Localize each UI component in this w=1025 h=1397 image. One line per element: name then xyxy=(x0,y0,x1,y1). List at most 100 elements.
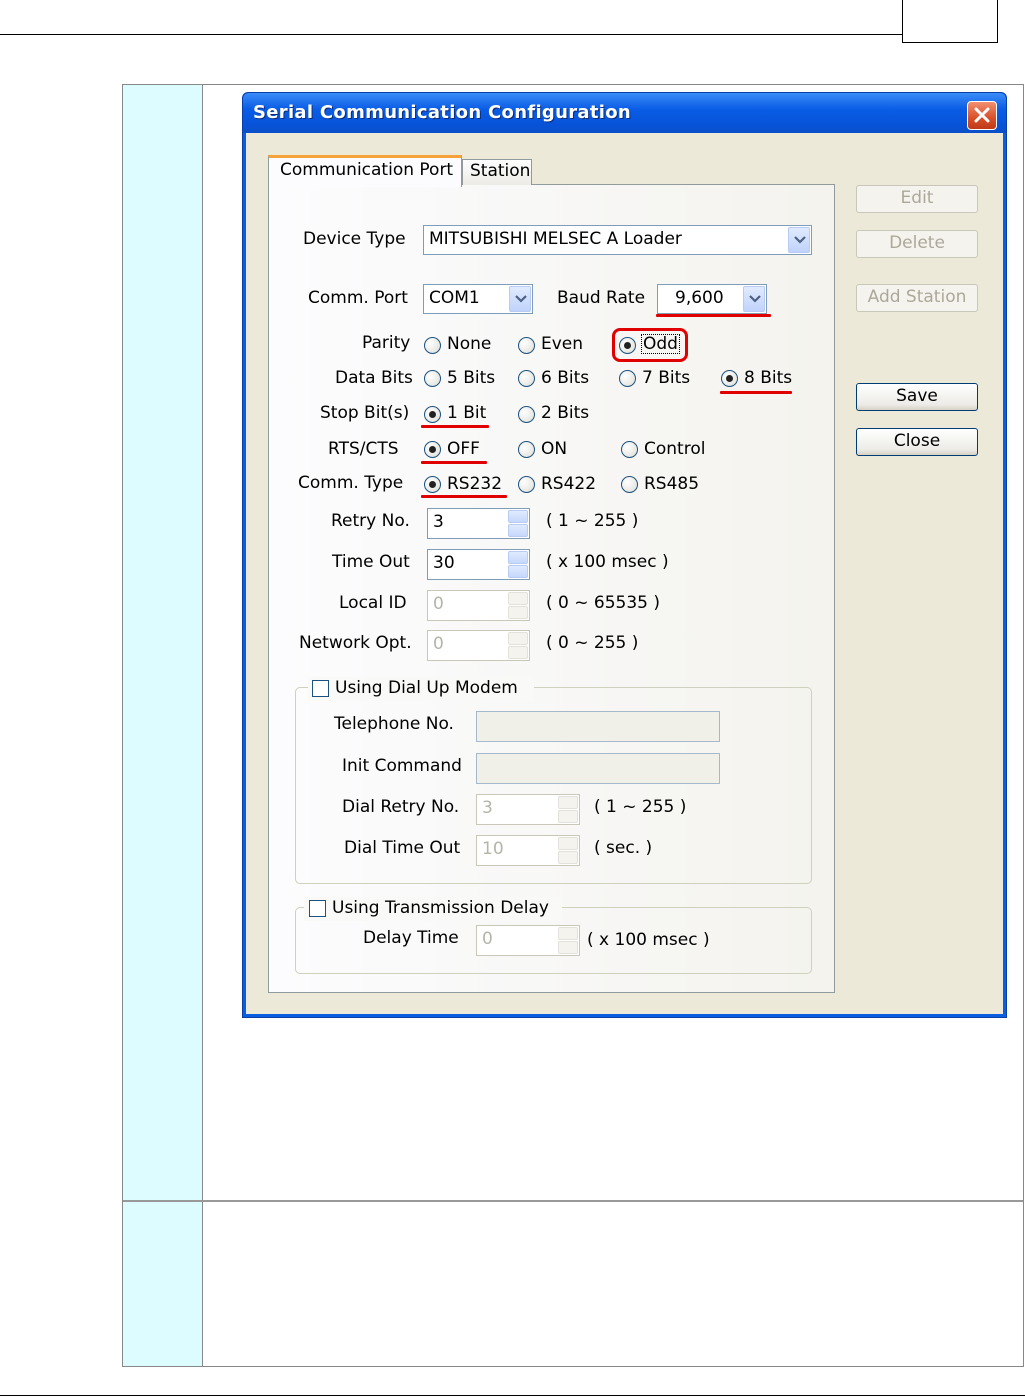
dial-timeout-spinner: 10 xyxy=(476,835,580,866)
data-bits-8-radio[interactable] xyxy=(721,370,738,387)
retry-no-range: ( 1 ~ 255 ) xyxy=(546,511,639,531)
parity-label: Parity xyxy=(362,333,411,353)
tab-label: Station xyxy=(470,161,531,181)
add-station-button[interactable]: Add Station xyxy=(856,284,978,312)
dial-timeout-label: Dial Time Out xyxy=(344,838,461,858)
network-opt-label: Network Opt. xyxy=(299,633,412,653)
parity-even-label: Even xyxy=(541,334,584,354)
retry-no-value: 3 xyxy=(433,512,444,532)
rts-cts-off-radio[interactable] xyxy=(424,441,441,458)
close-window-button[interactable] xyxy=(967,101,997,130)
spin-up-icon[interactable] xyxy=(508,510,528,523)
spin-down-icon xyxy=(558,851,578,864)
comm-type-rs422-label: RS422 xyxy=(541,474,597,494)
spin-up-icon[interactable] xyxy=(508,551,528,564)
spin-up-icon xyxy=(558,927,578,940)
dial-timeout-value: 10 xyxy=(482,839,504,859)
comm-type-rs485-radio[interactable] xyxy=(621,476,638,493)
spin-down-icon[interactable] xyxy=(508,565,528,578)
stop-bits-2-label: 2 Bits xyxy=(541,403,590,423)
rts-cts-control-label: Control xyxy=(644,439,706,459)
footer-rule xyxy=(0,1395,1025,1396)
delay-label: Using Transmission Delay xyxy=(332,898,549,918)
stop-bits-label: Stop Bit(s) xyxy=(320,403,410,423)
header-rule xyxy=(0,34,903,35)
spin-up-icon xyxy=(558,837,578,850)
network-opt-value: 0 xyxy=(433,634,444,654)
tab-label: Communication Port xyxy=(280,160,454,180)
comm-type-rs232-radio[interactable] xyxy=(424,476,441,493)
highlight-underline-8bits xyxy=(720,391,792,394)
comm-port-select[interactable]: COM1 xyxy=(423,284,533,314)
data-bits-8-label: 8 Bits xyxy=(744,368,793,388)
time-out-value: 30 xyxy=(433,553,455,573)
stop-bits-1-label: 1 Bit xyxy=(447,403,487,423)
tab-station[interactable]: Station xyxy=(462,159,532,185)
dial-retry-spinner: 3 xyxy=(476,794,580,825)
data-bits-7-label: 7 Bits xyxy=(642,368,691,388)
comm-port-label: Comm. Port xyxy=(308,288,408,308)
rts-cts-on-radio[interactable] xyxy=(518,441,535,458)
stop-bits-1-radio[interactable] xyxy=(424,406,441,423)
time-out-spinner[interactable]: 30 xyxy=(427,549,530,580)
delay-time-range: ( x 100 msec ) xyxy=(587,930,710,950)
baud-rate-value: 9,600 xyxy=(675,288,724,308)
init-command-label: Init Command xyxy=(342,756,462,776)
network-opt-range: ( 0 ~ 255 ) xyxy=(546,633,639,653)
doc-table-left-column xyxy=(123,85,202,1366)
comm-type-rs485-label: RS485 xyxy=(644,474,700,494)
close-button[interactable]: Close xyxy=(856,428,978,456)
delay-time-spinner: 0 xyxy=(476,925,580,956)
dialup-label: Using Dial Up Modem xyxy=(335,678,518,698)
edit-button[interactable]: Edit xyxy=(856,185,978,213)
init-command-input xyxy=(476,753,720,784)
local-id-value: 0 xyxy=(433,594,444,614)
telephone-input xyxy=(476,711,720,742)
highlight-box-odd xyxy=(612,328,688,362)
tab-communication-port[interactable]: Communication Port xyxy=(268,155,462,187)
parity-even-radio[interactable] xyxy=(518,337,535,354)
spin-up-icon xyxy=(558,796,578,809)
stop-bits-2-radio[interactable] xyxy=(518,406,535,423)
delay-checkbox[interactable] xyxy=(309,900,326,917)
delay-time-value: 0 xyxy=(482,929,493,949)
close-icon xyxy=(974,107,990,123)
rts-cts-label: RTS/CTS xyxy=(328,439,399,459)
delete-button[interactable]: Delete xyxy=(856,230,978,258)
data-bits-5-radio[interactable] xyxy=(424,370,441,387)
data-bits-7-radio[interactable] xyxy=(619,370,636,387)
retry-no-spinner[interactable]: 3 xyxy=(427,508,530,539)
device-type-label: Device Type xyxy=(303,229,406,249)
baud-rate-select[interactable]: 9,600 xyxy=(657,284,767,314)
comm-type-label: Comm. Type xyxy=(298,473,404,493)
spin-down-icon[interactable] xyxy=(508,524,528,537)
device-type-value: MITSUBISHI MELSEC A Loader xyxy=(429,229,682,249)
data-bits-6-label: 6 Bits xyxy=(541,368,590,388)
highlight-underline-1bit xyxy=(421,425,489,428)
spin-down-icon xyxy=(508,606,528,619)
chevron-down-icon[interactable] xyxy=(788,227,810,253)
save-button[interactable]: Save xyxy=(856,383,978,411)
highlight-underline-off xyxy=(421,461,487,464)
chevron-down-icon[interactable] xyxy=(743,286,765,312)
rts-cts-control-radio[interactable] xyxy=(621,441,638,458)
local-id-label: Local ID xyxy=(339,593,407,613)
spin-down-icon xyxy=(558,941,578,954)
parity-none-radio[interactable] xyxy=(424,337,441,354)
parity-none-label: None xyxy=(447,334,492,354)
doc-table-column-divider xyxy=(202,85,203,1366)
comm-type-rs422-radio[interactable] xyxy=(518,476,535,493)
baud-rate-label: Baud Rate xyxy=(557,288,646,308)
local-id-spinner: 0 xyxy=(427,590,530,621)
data-bits-5-label: 5 Bits xyxy=(447,368,496,388)
data-bits-6-radio[interactable] xyxy=(518,370,535,387)
doc-table-row-divider xyxy=(123,1200,1023,1202)
chevron-down-icon[interactable] xyxy=(509,286,531,312)
spin-down-icon xyxy=(508,646,528,659)
retry-no-label: Retry No. xyxy=(331,511,410,531)
time-out-range: ( x 100 msec ) xyxy=(546,552,669,572)
device-type-select[interactable]: MITSUBISHI MELSEC A Loader xyxy=(423,225,812,255)
spin-down-icon xyxy=(558,810,578,823)
dial-retry-value: 3 xyxy=(482,798,493,818)
dialup-checkbox[interactable] xyxy=(312,680,329,697)
